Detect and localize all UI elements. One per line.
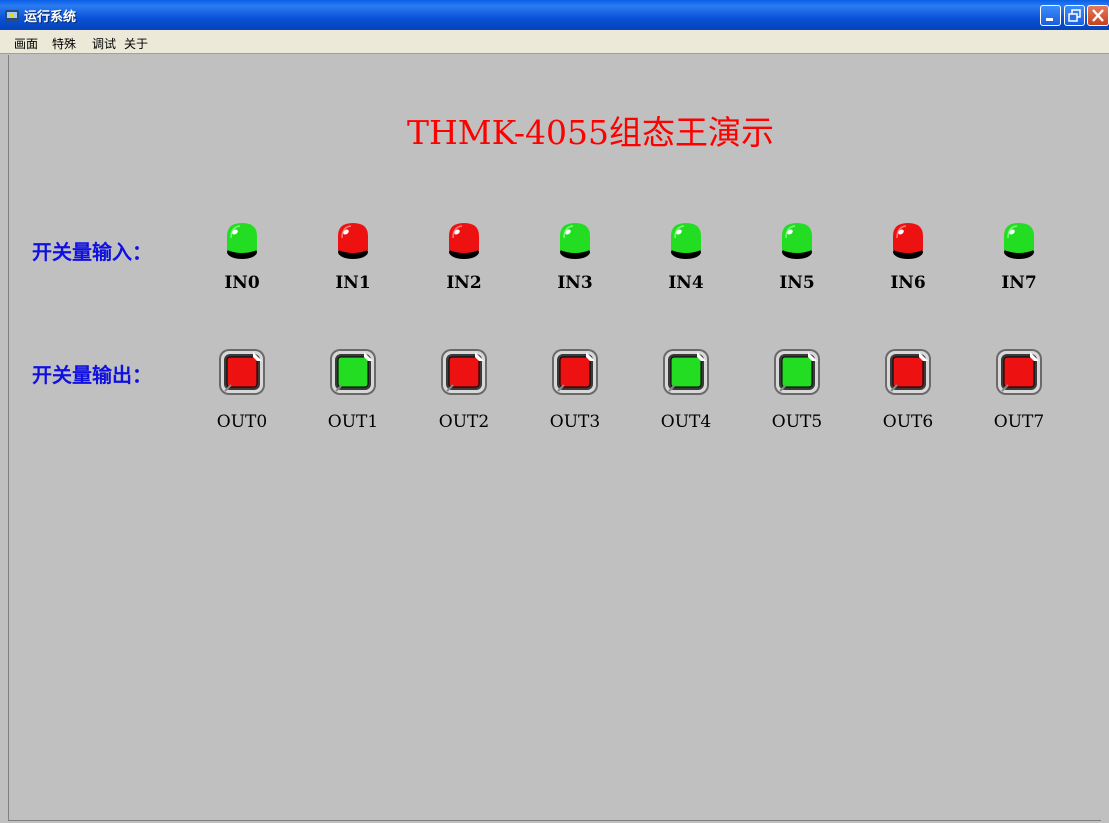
- outputs-label: 开关量输出：: [32, 363, 152, 387]
- minimize-icon: [1046, 18, 1053, 21]
- output-label: OUT4: [660, 412, 712, 432]
- input-lamp-in1: [329, 216, 377, 264]
- menu-bar: 画面 特殊 调试 关于: [0, 30, 1109, 54]
- input-lamp-in6: [884, 216, 932, 264]
- inputs-label: 开关量输入：: [32, 240, 152, 264]
- input-label: IN6: [890, 273, 926, 293]
- output-button-out7[interactable]: [994, 347, 1044, 397]
- output-button-out5[interactable]: [772, 347, 822, 397]
- output-label: OUT6: [882, 412, 934, 432]
- app-icon: [5, 10, 19, 21]
- output-button-out4[interactable]: [661, 347, 711, 397]
- output-label: OUT7: [993, 412, 1045, 432]
- restore-icon: [1068, 9, 1081, 22]
- menu-item-special[interactable]: 特殊: [52, 35, 76, 52]
- output-label: OUT3: [549, 412, 601, 432]
- canvas: [8, 55, 1101, 821]
- input-lamp-in4: [662, 216, 710, 264]
- menu-item-screen[interactable]: 画面: [14, 35, 38, 52]
- output-label: OUT2: [438, 412, 490, 432]
- output-label: OUT0: [216, 412, 268, 432]
- input-label: IN7: [1001, 273, 1037, 293]
- output-button-out3[interactable]: [550, 347, 600, 397]
- output-button-out0[interactable]: [217, 347, 267, 397]
- input-label: IN2: [446, 273, 482, 293]
- input-label: IN3: [557, 273, 593, 293]
- input-label: IN5: [779, 273, 815, 293]
- output-label: OUT5: [771, 412, 823, 432]
- input-lamp-in7: [995, 216, 1043, 264]
- input-label: IN1: [335, 273, 371, 293]
- title-bar[interactable]: 运行系统: [0, 0, 1109, 30]
- input-lamp-in2: [440, 216, 488, 264]
- menu-item-about[interactable]: 关于: [124, 35, 148, 52]
- menu-item-debug[interactable]: 调试: [92, 35, 116, 52]
- input-lamp-in5: [773, 216, 821, 264]
- restore-button[interactable]: [1064, 5, 1085, 26]
- output-label: OUT1: [327, 412, 379, 432]
- page-title: THMK-4055组态王演示: [407, 113, 774, 152]
- output-button-out6[interactable]: [883, 347, 933, 397]
- minimize-button[interactable]: [1040, 5, 1061, 26]
- close-icon: [1092, 9, 1104, 22]
- input-lamp-in0: [218, 216, 266, 264]
- close-button[interactable]: [1087, 5, 1109, 26]
- window-title: 运行系统: [24, 10, 77, 25]
- output-button-out2[interactable]: [439, 347, 489, 397]
- input-label: IN4: [668, 273, 704, 293]
- output-button-out1[interactable]: [328, 347, 378, 397]
- input-label: IN0: [224, 273, 260, 293]
- input-lamp-in3: [551, 216, 599, 264]
